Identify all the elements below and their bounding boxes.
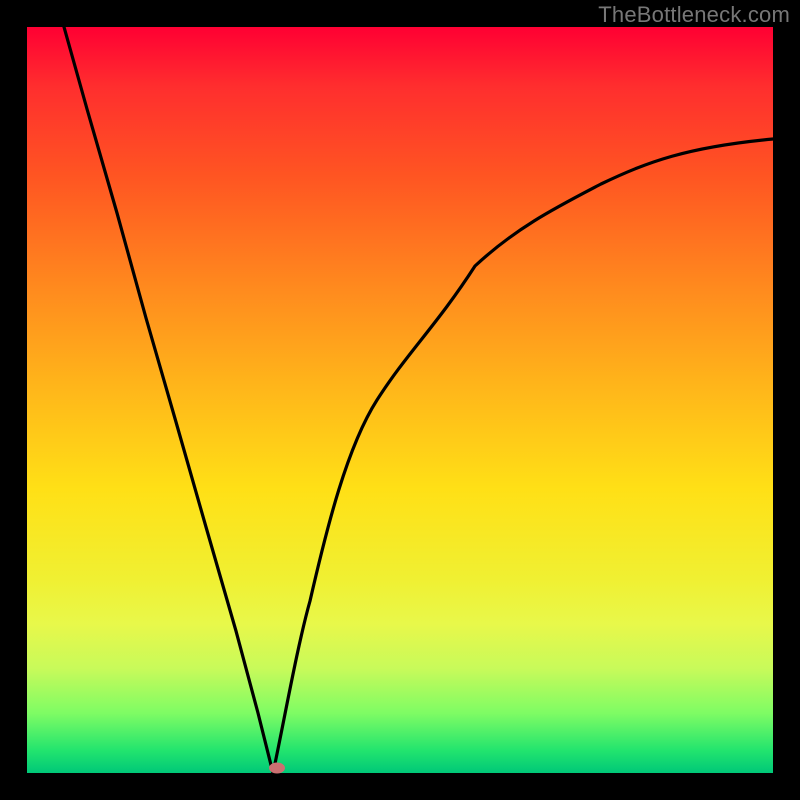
curve-right-branch: [273, 139, 773, 773]
curve-left-branch: [64, 27, 273, 773]
optimum-marker: [269, 763, 285, 774]
watermark-text: TheBottleneck.com: [598, 2, 790, 28]
chart-frame: TheBottleneck.com: [0, 0, 800, 800]
bottleneck-curve: [27, 27, 773, 773]
